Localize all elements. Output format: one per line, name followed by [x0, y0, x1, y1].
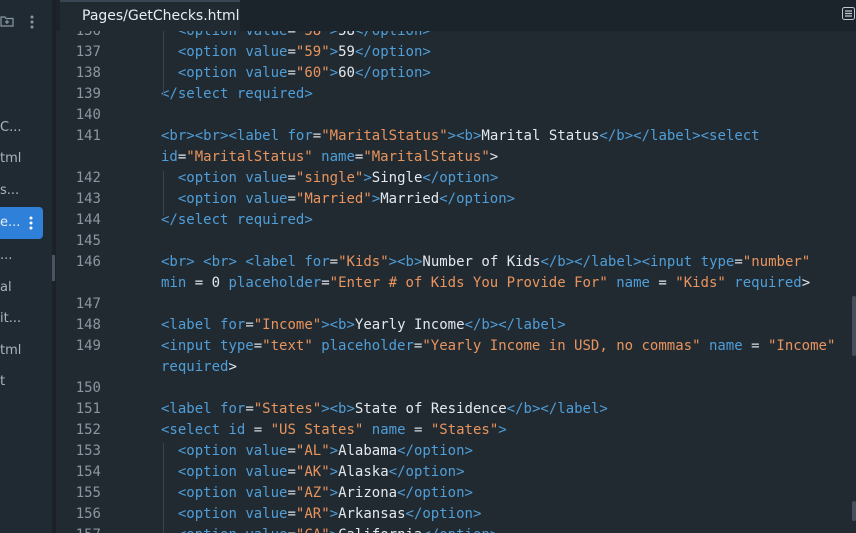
- sidebar-item[interactable]: t: [0, 371, 5, 393]
- line-number: 148: [75, 317, 101, 333]
- code-line[interactable]: <option value="60">60</option>: [161, 63, 431, 84]
- file-tree-sidebar: C... tml s... e... ... al it... tml t: [0, 0, 52, 533]
- line-number: 147: [75, 296, 101, 312]
- tab-title: Pages/GetChecks.html: [82, 8, 240, 24]
- code-line[interactable]: <input type="text" placeholder="Yearly I…: [161, 336, 835, 357]
- line-number: 154: [75, 464, 101, 480]
- line-number: 142: [75, 170, 101, 186]
- sidebar-item-active[interactable]: e...: [0, 212, 33, 234]
- code-line[interactable]: min = 0 placeholder="Enter # of Kids You…: [161, 273, 810, 294]
- sidebar-resize-handle[interactable]: [52, 255, 55, 281]
- sidebar-item[interactable]: it...: [0, 308, 21, 330]
- code-line[interactable]: <option value="AZ">Arizona</option>: [161, 483, 473, 504]
- code-line[interactable]: <option value="58">58</option>: [161, 31, 431, 42]
- code-line[interactable]: <br><br><label for="MaritalStatus"><b>Ma…: [161, 126, 760, 147]
- line-number: 152: [75, 422, 101, 438]
- code-line[interactable]: <option value="single">Single</option>: [161, 168, 498, 189]
- line-number: 149: [75, 338, 101, 354]
- sidebar-item[interactable]: C...: [0, 117, 21, 139]
- line-number: 136: [75, 31, 101, 39]
- line-number: 144: [75, 212, 101, 228]
- line-number: 156: [75, 506, 101, 522]
- line-number: 137: [75, 44, 101, 60]
- code-line[interactable]: </select required>: [161, 84, 313, 105]
- code-line[interactable]: id="MaritalStatus" name="MaritalStatus">: [161, 147, 498, 168]
- line-number: 146: [75, 254, 101, 270]
- line-number: 145: [75, 233, 101, 249]
- panel-toggle-icon[interactable]: [842, 7, 856, 21]
- code-editor[interactable]: 136 137 138 139 140 141 142 143 144 145 146 147 148 1…: [56, 31, 856, 533]
- scrollbar-marker: [852, 501, 856, 521]
- code-line[interactable]: <option value="CA">California</option>: [161, 525, 498, 533]
- code-line[interactable]: <label for="States"><b>State of Residenc…: [161, 399, 608, 420]
- code-line[interactable]: <option value="AL">Alabama</option>: [161, 441, 473, 462]
- tab-bar: Pages/GetChecks.html: [56, 0, 856, 32]
- more-vertical-icon[interactable]: [28, 212, 34, 234]
- indent-guide: [163, 31, 164, 96]
- new-folder-icon[interactable]: [0, 15, 14, 32]
- line-number: 143: [75, 191, 101, 207]
- line-number: 151: [75, 401, 101, 417]
- indent-guide: [163, 443, 164, 533]
- code-line[interactable]: <br> <br> <label for="Kids"><b>Number of…: [161, 252, 810, 273]
- sidebar-item[interactable]: tml: [0, 340, 21, 362]
- code-line[interactable]: <option value="AK">Alaska</option>: [161, 462, 465, 483]
- code-line[interactable]: <label for="Income"><b>Yearly Income</b>…: [161, 315, 566, 336]
- code-line[interactable]: <option value="Married">Married</option>: [161, 189, 515, 210]
- line-number: 141: [75, 128, 101, 144]
- line-number: 150: [75, 380, 101, 396]
- code-line[interactable]: <select id = "US States" name = "States"…: [161, 420, 507, 441]
- sidebar-item[interactable]: al: [0, 277, 12, 299]
- line-number-gutter: 136 137 138 139 140 141 142 143 144 145 146 147 148 1…: [56, 31, 118, 533]
- code-line[interactable]: <option value="59">59</option>: [161, 42, 431, 63]
- sidebar-item[interactable]: s...: [0, 180, 19, 202]
- vertical-scrollbar[interactable]: [852, 296, 856, 356]
- tab-active-file[interactable]: Pages/GetChecks.html: [60, 0, 240, 31]
- sidebar-item[interactable]: tml: [0, 148, 21, 170]
- code-line[interactable]: required>: [161, 357, 237, 378]
- more-vertical-icon[interactable]: [29, 15, 35, 34]
- sidebar-item[interactable]: ...: [0, 245, 12, 267]
- indent-guide: [163, 171, 164, 216]
- line-number: 139: [75, 86, 101, 102]
- line-number: 138: [75, 65, 101, 81]
- line-number: 153: [75, 443, 101, 459]
- line-number: 140: [75, 107, 101, 123]
- code-line[interactable]: </select required>: [161, 210, 313, 231]
- line-number: 157: [56, 525, 101, 533]
- line-number: 155: [75, 485, 101, 501]
- code-line[interactable]: <option value="AR">Arkansas</option>: [161, 504, 482, 525]
